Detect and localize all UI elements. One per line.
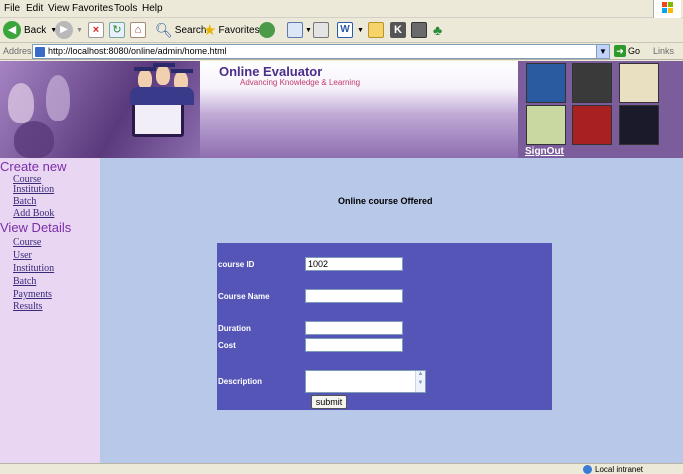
menu-bar: File Edit View Favorites Tools Help (0, 0, 683, 18)
duration-input[interactable] (305, 321, 403, 335)
course-name-input[interactable] (305, 289, 403, 303)
go-button[interactable]: ➜ Go (614, 45, 640, 57)
site-title: Online Evaluator (219, 64, 323, 79)
sidebar-link-create-batch[interactable]: Batch (13, 196, 36, 207)
menu-help[interactable]: Help (142, 3, 163, 14)
submit-button[interactable]: submit (311, 395, 347, 409)
chevron-down-icon[interactable]: ▼ (596, 45, 609, 58)
folder-button[interactable] (368, 20, 384, 40)
favorites-label: Favorites (218, 24, 260, 36)
menu-favorites[interactable]: Favorites (72, 3, 113, 14)
forward-button[interactable]: ▶ ▼ (55, 20, 83, 40)
messenger-button[interactable]: ♣ (433, 20, 442, 40)
duration-label: Duration (218, 324, 251, 333)
cost-label: Cost (218, 341, 236, 350)
cost-input[interactable] (305, 338, 403, 352)
forward-icon: ▶ (55, 21, 73, 39)
sidebar-link-view-user[interactable]: User (13, 250, 32, 261)
go-arrow-icon: ➜ (614, 45, 626, 57)
description-label: Description (218, 377, 263, 386)
chevron-down-icon: ▼ (357, 26, 364, 34)
folder-icon (368, 22, 384, 38)
toolbar: ◀ Back ▼ ▶ ▼ × ↻ ⌂ 🔍︎ Search ★ Favorites (0, 18, 683, 43)
windows-logo-icon (653, 0, 681, 18)
home-button[interactable]: ⌂ (130, 20, 146, 40)
sidebar-link-view-course[interactable]: Course (13, 237, 41, 248)
favorites-button[interactable]: ★ Favorites (203, 20, 260, 40)
search-label: Search (174, 24, 207, 36)
back-button[interactable]: ◀ Back ▼ (3, 20, 57, 40)
sidebar-link-add-book[interactable]: Add Book (13, 208, 54, 219)
status-zone: Local intranet (583, 465, 643, 474)
sidebar-link-view-payments[interactable]: Payments (13, 289, 52, 300)
book-cover (619, 63, 659, 103)
go-label: Go (628, 46, 641, 56)
mail-button[interactable]: ▼ (287, 20, 312, 40)
globe-icon (583, 465, 592, 474)
chevron-down-icon[interactable]: ▼ (416, 380, 425, 386)
tool-icon (411, 22, 427, 38)
back-label: Back (24, 24, 47, 36)
view-details-heading: View Details (0, 220, 72, 235)
tool-button-k[interactable]: K (390, 20, 406, 40)
search-button[interactable]: 🔍︎ Search (155, 20, 206, 40)
links-button[interactable]: Links (653, 46, 674, 56)
create-new-heading: Create new (0, 159, 67, 174)
book-cover (572, 63, 612, 103)
favorites-star-icon: ★ (203, 22, 217, 39)
chevron-up-icon[interactable]: ▲ (416, 371, 425, 377)
course-name-label: Course Name (218, 292, 270, 301)
chevron-down-icon: ▼ (305, 26, 312, 34)
stop-icon: × (88, 22, 104, 38)
address-input[interactable]: http://localhost:8080/online/admin/home.… (32, 44, 610, 59)
course-id-label: course ID (218, 260, 255, 269)
status-bar: Local intranet (0, 463, 683, 474)
edit-icon: W (337, 22, 353, 38)
book-cover (526, 105, 566, 145)
messenger-icon: ♣ (433, 22, 443, 38)
refresh-button[interactable]: ↻ (109, 20, 125, 40)
menu-tools[interactable]: Tools (114, 3, 137, 14)
signout-link[interactable]: SignOut (525, 146, 564, 157)
book-cover (572, 105, 612, 145)
page-title: Online course Offered (338, 196, 433, 206)
sidebar-link-view-institution[interactable]: Institution (13, 263, 54, 274)
course-id-input[interactable]: 1002 (305, 257, 403, 271)
sidebar-link-view-results[interactable]: Results (13, 301, 42, 312)
media-icon (259, 22, 275, 38)
address-bar: Address http://localhost:8080/online/adm… (0, 43, 683, 60)
menu-view[interactable]: View (48, 3, 70, 14)
chevron-down-icon: ▼ (76, 26, 83, 34)
textarea-scrollbar[interactable]: ▲ ▼ (415, 371, 425, 392)
sidebar-link-view-batch[interactable]: Batch (13, 276, 36, 287)
home-icon: ⌂ (130, 22, 146, 38)
stop-button[interactable]: × (88, 20, 104, 40)
banner-photo (0, 61, 200, 158)
edit-button[interactable]: W ▼ (337, 20, 364, 40)
print-icon (313, 22, 329, 38)
description-textarea[interactable]: ▲ ▼ (305, 370, 426, 393)
menu-edit[interactable]: Edit (26, 3, 43, 14)
back-icon: ◀ (3, 21, 21, 39)
mail-icon (287, 22, 303, 38)
media-button[interactable] (259, 20, 275, 40)
refresh-icon: ↻ (109, 22, 125, 38)
tool-button-b[interactable] (411, 20, 427, 40)
banner-books (518, 61, 683, 158)
menu-file[interactable]: File (4, 3, 20, 14)
page-icon (35, 47, 45, 57)
book-cover (619, 105, 659, 145)
status-zone-label: Local intranet (595, 465, 644, 474)
k-icon: K (390, 22, 406, 38)
book-cover (526, 63, 566, 103)
search-icon: 🔍︎ (155, 21, 173, 38)
header-banner (0, 61, 683, 158)
print-button[interactable] (313, 20, 329, 40)
sidebar-link-create-institution[interactable]: Institution (13, 184, 54, 195)
address-url: http://localhost:8080/online/admin/home.… (48, 46, 227, 56)
site-tagline: Advancing Knowledge & Learning (240, 78, 361, 87)
